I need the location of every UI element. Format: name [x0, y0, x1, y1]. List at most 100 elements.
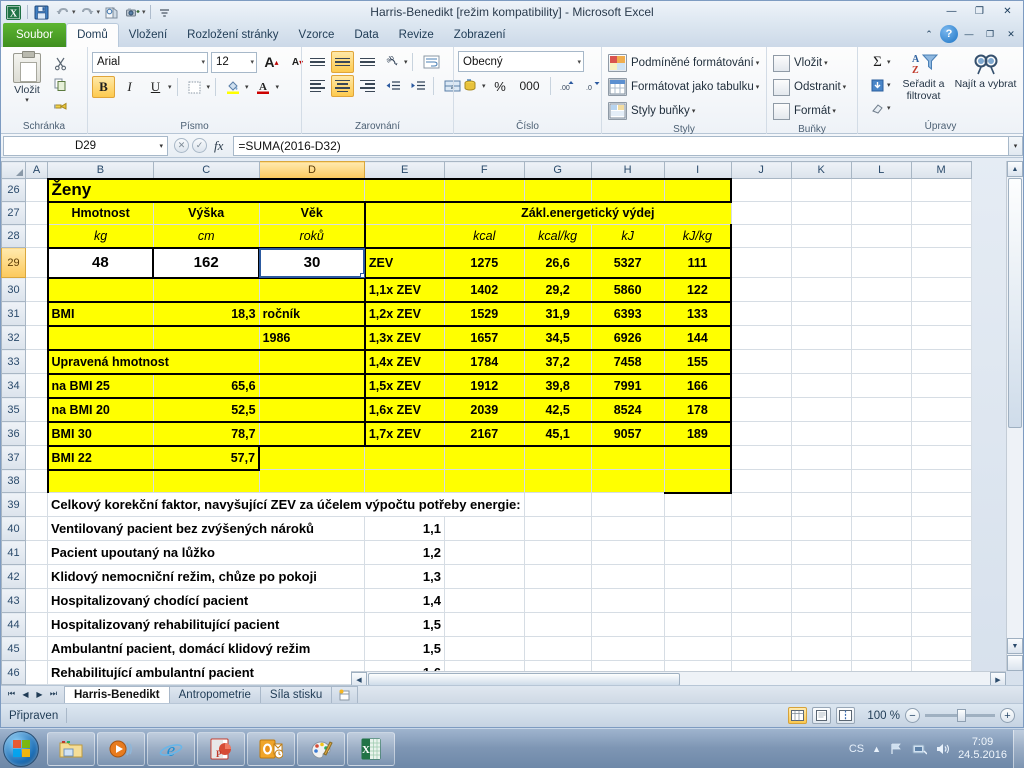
- align-top-icon[interactable]: [306, 51, 329, 73]
- cell-b43-label[interactable]: Hospitalizovaný chodící pacient: [46, 588, 366, 613]
- cell-h33-kj[interactable]: 7458: [590, 348, 665, 374]
- cell-h45[interactable]: [590, 636, 665, 661]
- cell-c37-value[interactable]: 57,7: [152, 444, 261, 471]
- row-header-45[interactable]: 45: [1, 636, 26, 661]
- cell-l26[interactable]: [850, 178, 912, 202]
- cell-m26[interactable]: [910, 178, 972, 202]
- formula-input[interactable]: =SUMA(2016-D32): [233, 135, 1008, 156]
- cell-m37[interactable]: [910, 445, 972, 470]
- cell-e35-label[interactable]: 1,6x ZEV: [363, 396, 445, 422]
- cell-k32[interactable]: [790, 325, 852, 350]
- column-header-h[interactable]: H: [590, 161, 665, 179]
- fill-color-dropdown-icon[interactable]: ▾: [245, 83, 249, 91]
- currency-dropdown-icon[interactable]: ▾: [482, 82, 486, 90]
- cell-i26[interactable]: [663, 177, 733, 202]
- cell-a36[interactable]: [25, 421, 48, 446]
- cell-j40[interactable]: [730, 516, 792, 541]
- cell-g39[interactable]: [523, 492, 592, 517]
- cell-a26[interactable]: [25, 178, 48, 202]
- cell-h31-kj[interactable]: 6393: [590, 300, 665, 326]
- cell-i39[interactable]: [663, 492, 732, 517]
- cell-f32-kcal[interactable]: 1657: [443, 324, 525, 350]
- cell-f28-kcal[interactable]: kcal: [443, 224, 525, 249]
- column-header-k[interactable]: K: [790, 161, 852, 179]
- cell-j34[interactable]: [730, 373, 792, 398]
- cell-d29-vek-value[interactable]: 30: [258, 246, 366, 279]
- cell-l35[interactable]: [850, 397, 912, 422]
- column-header-a[interactable]: A: [25, 161, 48, 179]
- cell-e40-value[interactable]: 1,1: [364, 516, 445, 541]
- cell-f27-zev-title[interactable]: Zákl.energetický výdej: [443, 200, 732, 225]
- cell-c28-cm[interactable]: cm: [152, 224, 260, 249]
- cell-k30[interactable]: [790, 277, 852, 302]
- row-header-39[interactable]: 39: [1, 492, 26, 517]
- cell-h35-kj[interactable]: 8524: [590, 396, 665, 422]
- cell-a41[interactable]: [25, 540, 48, 565]
- select-all-corner[interactable]: [1, 161, 26, 179]
- ribbon-tab-soubor[interactable]: Soubor: [3, 23, 67, 47]
- cell-j26[interactable]: [730, 178, 792, 202]
- cell-j33[interactable]: [730, 349, 792, 374]
- new-sheet-icon[interactable]: [331, 686, 359, 703]
- conditional-formatting-button[interactable]: Podmíněné formátování ▾: [608, 51, 759, 75]
- cell-m39[interactable]: [910, 492, 972, 517]
- cell-i38[interactable]: [663, 469, 733, 494]
- cell-a42[interactable]: [25, 564, 48, 589]
- cell-c29-vyska-value[interactable]: 162: [152, 246, 261, 279]
- cell-h39[interactable]: [590, 492, 665, 517]
- cell-c31-bmi-value[interactable]: 18,3: [152, 300, 260, 326]
- currency-icon[interactable]: [458, 75, 481, 97]
- taskbar-media-player-icon[interactable]: [97, 731, 145, 766]
- cell-k33[interactable]: [790, 349, 852, 374]
- cell-k38[interactable]: [790, 469, 852, 493]
- collapse-ribbon-icon[interactable]: ⌃: [919, 26, 939, 42]
- row-header-36[interactable]: 36: [1, 421, 26, 446]
- cell-b27-hmotnost[interactable]: Hmotnost: [46, 200, 154, 225]
- cell-f37[interactable]: [443, 445, 525, 470]
- cell-m30[interactable]: [910, 277, 972, 302]
- scroll-up-button[interactable]: ▲: [1007, 161, 1023, 177]
- prev-sheet-icon[interactable]: ◀: [19, 687, 32, 701]
- increase-font-size-icon[interactable]: A ▴: [260, 51, 283, 73]
- column-header-e[interactable]: E: [364, 161, 445, 179]
- row-header-43[interactable]: 43: [1, 588, 26, 613]
- cell-d35[interactable]: [258, 396, 366, 422]
- print-preview-icon[interactable]: [102, 3, 121, 22]
- cell-h41[interactable]: [590, 540, 665, 565]
- cell-m35[interactable]: [910, 397, 972, 422]
- cell-m40[interactable]: [910, 516, 972, 541]
- column-header-d[interactable]: D: [258, 161, 366, 179]
- cell-f36-kcal[interactable]: 2167: [443, 420, 525, 447]
- cell-i44[interactable]: [663, 612, 732, 637]
- cell-j41[interactable]: [730, 540, 792, 565]
- cell-a28[interactable]: [25, 224, 48, 248]
- name-box[interactable]: D29 ▾: [3, 135, 168, 156]
- cell-b38[interactable]: [46, 469, 154, 493]
- number-format-combo[interactable]: Obecný ▾: [458, 51, 584, 72]
- align-middle-icon[interactable]: [331, 51, 354, 73]
- language-indicator[interactable]: CS: [849, 743, 864, 755]
- cell-g40[interactable]: [523, 516, 592, 541]
- cell-b35-label[interactable]: na BMI 20: [46, 396, 154, 422]
- cell-a35[interactable]: [25, 397, 48, 422]
- row-header-27[interactable]: 27: [1, 201, 26, 225]
- cell-f38[interactable]: [443, 469, 525, 493]
- cell-l37[interactable]: [850, 445, 912, 470]
- clear-icon[interactable]: [866, 97, 889, 119]
- cell-f30-kcal[interactable]: 1402: [443, 276, 525, 302]
- column-header-j[interactable]: J: [730, 161, 792, 179]
- format-cells-dropdown-icon[interactable]: ▾: [832, 107, 836, 115]
- sheet-tab-harris-benedikt[interactable]: Harris-Benedikt: [64, 686, 170, 703]
- cell-e27[interactable]: [364, 200, 445, 225]
- cell-k28[interactable]: [790, 224, 852, 248]
- cell-g44[interactable]: [523, 612, 592, 637]
- column-header-m[interactable]: M: [910, 161, 972, 179]
- workbook-close-button[interactable]: ✕: [1001, 26, 1021, 42]
- cell-i37[interactable]: [663, 445, 733, 470]
- align-bottom-icon[interactable]: [356, 51, 379, 73]
- cell-a44[interactable]: [25, 612, 48, 637]
- cell-e43-value[interactable]: 1,4: [364, 588, 445, 613]
- decrease-indent-icon[interactable]: [381, 75, 404, 97]
- format-as-table-button[interactable]: Formátovat jako tabulku ▾: [608, 75, 759, 99]
- cell-a29[interactable]: [25, 247, 48, 278]
